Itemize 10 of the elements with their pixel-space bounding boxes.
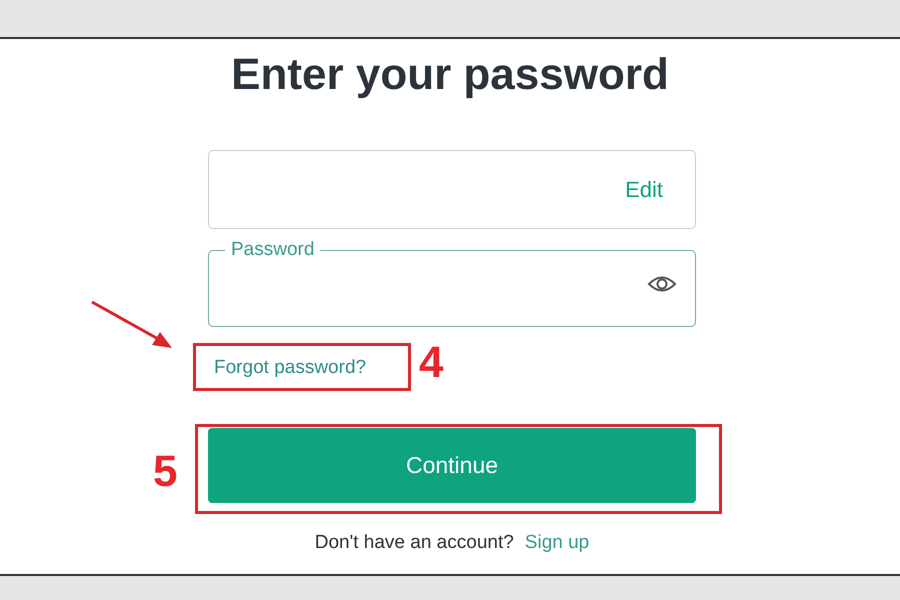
- step-number: 5: [153, 450, 178, 494]
- forgot-password-link[interactable]: Forgot password?: [214, 357, 366, 379]
- edit-link[interactable]: Edit: [625, 176, 663, 202]
- signup-prompt: Don't have an account?: [314, 532, 514, 554]
- page-title: Enter your password: [231, 49, 669, 101]
- continue-button[interactable]: Continue: [208, 428, 696, 503]
- email-field[interactable]: Edit: [208, 150, 696, 229]
- step-number: 4: [419, 341, 444, 385]
- signup-link[interactable]: Sign up: [524, 532, 590, 554]
- password-field[interactable]: Password: [208, 239, 696, 327]
